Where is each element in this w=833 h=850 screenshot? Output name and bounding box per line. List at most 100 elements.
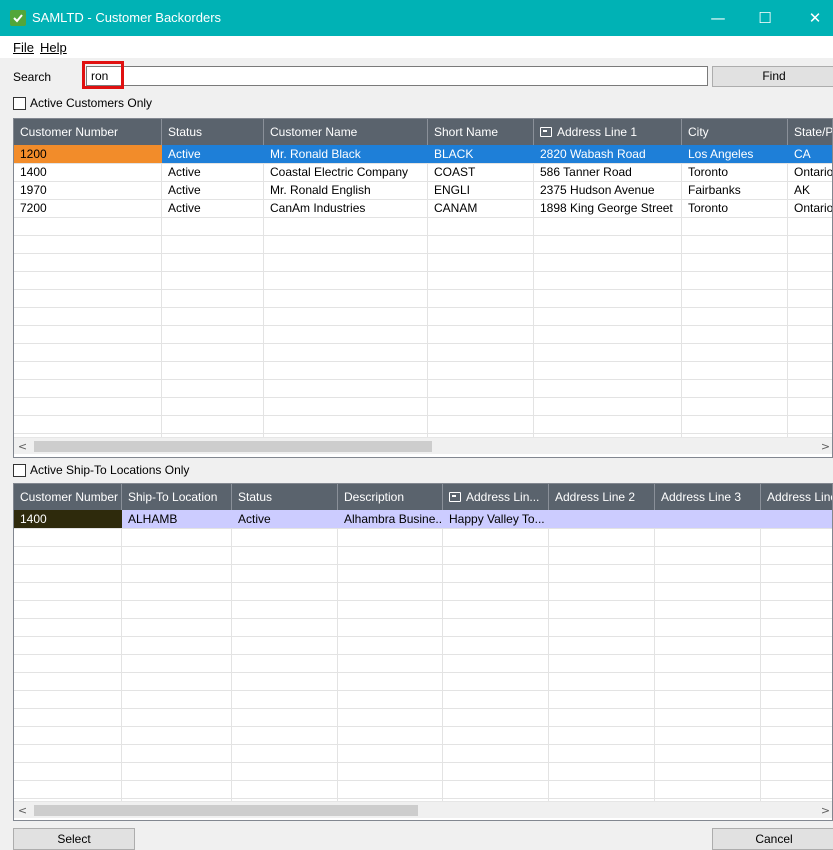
shipto-col-header[interactable]: Address Lin... bbox=[443, 484, 549, 510]
select-button[interactable]: Select bbox=[13, 828, 135, 850]
maximize-button[interactable]: ☐ bbox=[742, 0, 788, 36]
grid-row-divider bbox=[14, 379, 832, 380]
customer-col-header[interactable]: Customer Number bbox=[14, 119, 162, 145]
customer-cell[interactable]: Toronto bbox=[682, 163, 788, 181]
minimize-button[interactable]: — bbox=[695, 0, 741, 36]
shipto-cell[interactable]: Alhambra Busine... bbox=[338, 510, 443, 528]
customer-cell[interactable]: COAST bbox=[428, 163, 534, 181]
shipto-row[interactable]: 1400 ALHAMB Active Alhambra Busine... Happy … bbox=[14, 510, 832, 528]
shipto-col-header[interactable]: Address Line 3 bbox=[655, 484, 761, 510]
shipto-col-header[interactable]: Address Line 2 bbox=[549, 484, 655, 510]
customer-cell[interactable]: CANAM bbox=[428, 199, 534, 217]
customer-row[interactable]: 7200 Active CanAm Industries CANAM 1898 King… bbox=[14, 199, 832, 217]
shipto-scroll-thumb[interactable] bbox=[34, 805, 418, 816]
customer-col-header[interactable]: Customer Name bbox=[264, 119, 428, 145]
grid-row-divider bbox=[14, 235, 832, 236]
active-customers-checkbox[interactable] bbox=[13, 96, 26, 110]
customers-scroll-left-icon[interactable]: < bbox=[14, 438, 31, 455]
customer-cell[interactable]: Toronto bbox=[682, 199, 788, 217]
active-customers-filter[interactable]: Active Customers Only bbox=[13, 96, 152, 110]
shipto-col-header[interactable]: Description bbox=[338, 484, 443, 510]
customer-cell[interactable]: Fairbanks bbox=[682, 181, 788, 199]
customer-cell[interactable]: 586 Tanner Road bbox=[534, 163, 682, 181]
customer-cell[interactable]: 2375 Hudson Avenue bbox=[534, 181, 682, 199]
grid-row-divider bbox=[14, 618, 832, 619]
customer-cell[interactable]: AK bbox=[788, 181, 832, 199]
menu-help[interactable]: Help bbox=[40, 40, 67, 55]
find-button[interactable]: Find bbox=[712, 66, 833, 87]
search-input[interactable]: ron bbox=[86, 66, 708, 86]
customers-hscrollbar[interactable]: < > bbox=[14, 437, 832, 455]
menu-file[interactable]: File bbox=[13, 40, 34, 55]
column-chooser-icon[interactable] bbox=[540, 127, 552, 137]
shipto-cell[interactable]: Active bbox=[232, 510, 338, 528]
shipto-col-header[interactable]: Customer Number bbox=[14, 484, 122, 510]
shipto-col-header[interactable]: Ship-To Location bbox=[122, 484, 232, 510]
customers-scroll-right-icon[interactable]: > bbox=[817, 438, 832, 455]
grid-column-divider bbox=[121, 510, 122, 801]
customer-col-header[interactable]: Short Name bbox=[428, 119, 534, 145]
shipto-col-header-label: Description bbox=[344, 490, 405, 504]
shipto-col-header[interactable]: Status bbox=[232, 484, 338, 510]
customer-cell[interactable]: Mr. Ronald Black bbox=[264, 145, 428, 163]
customer-cell[interactable]: Active bbox=[162, 163, 264, 181]
customer-cell[interactable]: Active bbox=[162, 181, 264, 199]
customer-cell[interactable]: 1970 bbox=[14, 181, 162, 199]
shipto-cell[interactable]: 1400 bbox=[14, 510, 122, 528]
cancel-button[interactable]: Cancel bbox=[712, 828, 833, 850]
customer-cell[interactable]: Coastal Electric Company bbox=[264, 163, 428, 181]
customer-col-header[interactable]: Address Line 1 bbox=[534, 119, 682, 145]
shipto-col-header-label: Customer Number bbox=[20, 490, 119, 504]
grid-row-divider bbox=[14, 780, 832, 781]
column-chooser-icon[interactable] bbox=[449, 492, 461, 502]
customer-cell[interactable]: 7200 bbox=[14, 199, 162, 217]
grid-row-divider bbox=[14, 708, 832, 709]
customer-col-header-label: Customer Number bbox=[20, 125, 119, 139]
customer-row[interactable]: 1200 Active Mr. Ronald Black BLACK 2820 Waba… bbox=[14, 145, 832, 163]
customer-col-header[interactable]: Status bbox=[162, 119, 264, 145]
shipto-scroll-right-icon[interactable]: > bbox=[817, 802, 832, 819]
customers-scroll-thumb[interactable] bbox=[34, 441, 432, 452]
shipto-grid-header: Customer Number Ship-To Location Status Des… bbox=[14, 484, 832, 510]
customer-col-header[interactable]: City bbox=[682, 119, 788, 145]
shipto-cell[interactable] bbox=[549, 510, 655, 528]
customer-cell[interactable]: Mr. Ronald English bbox=[264, 181, 428, 199]
grid-row-divider bbox=[14, 762, 832, 763]
customer-cell[interactable]: 2820 Wabash Road bbox=[534, 145, 682, 163]
grid-row-divider bbox=[14, 744, 832, 745]
customer-cell[interactable]: Ontario bbox=[788, 163, 832, 181]
customer-cell[interactable]: Active bbox=[162, 145, 264, 163]
customer-cell[interactable]: BLACK bbox=[428, 145, 534, 163]
shipto-col-header-label: Status bbox=[238, 490, 273, 504]
customer-cell[interactable]: CanAm Industries bbox=[264, 199, 428, 217]
customer-col-header-label: Short Name bbox=[434, 125, 499, 139]
shipto-cell[interactable]: ALHAMB bbox=[122, 510, 232, 528]
customer-cell[interactable]: 1898 King George Street bbox=[534, 199, 682, 217]
active-shipto-checkbox[interactable] bbox=[13, 463, 26, 477]
customer-cell[interactable]: Los Angeles bbox=[682, 145, 788, 163]
main-panel: Search ron Find Active Customers Only Cu… bbox=[0, 58, 833, 850]
customer-col-header[interactable]: State/Pr bbox=[788, 119, 832, 145]
customers-grid[interactable]: Customer Number Status Customer Name Short … bbox=[13, 118, 833, 458]
customer-row[interactable]: 1970 Active Mr. Ronald English ENGLI 2375 Hu… bbox=[14, 181, 832, 199]
menu-file-label: File bbox=[13, 40, 34, 55]
shipto-cell[interactable]: Happy Valley To... bbox=[443, 510, 549, 528]
active-customers-label: Active Customers Only bbox=[30, 96, 153, 110]
grid-column-divider bbox=[654, 510, 655, 801]
grid-row-divider bbox=[14, 361, 832, 362]
active-shipto-filter[interactable]: Active Ship-To Locations Only bbox=[13, 463, 189, 477]
shipto-col-header[interactable]: Address Line 4 bbox=[761, 484, 832, 510]
customer-row[interactable]: 1400 Active Coastal Electric Company COAST 5… bbox=[14, 163, 832, 181]
customer-cell[interactable]: CA bbox=[788, 145, 832, 163]
close-button[interactable]: ✕ bbox=[792, 0, 833, 36]
shipto-grid[interactable]: Customer Number Ship-To Location Status Des… bbox=[13, 483, 833, 821]
shipto-scroll-left-icon[interactable]: < bbox=[14, 802, 31, 819]
customer-cell[interactable]: Active bbox=[162, 199, 264, 217]
shipto-hscrollbar[interactable]: < > bbox=[14, 801, 832, 819]
customer-cell[interactable]: 1400 bbox=[14, 163, 162, 181]
shipto-cell[interactable] bbox=[655, 510, 761, 528]
shipto-cell[interactable] bbox=[761, 510, 832, 528]
customer-cell[interactable]: 1200 bbox=[14, 145, 162, 163]
customer-cell[interactable]: ENGLI bbox=[428, 181, 534, 199]
customer-cell[interactable]: Ontario bbox=[788, 199, 832, 217]
